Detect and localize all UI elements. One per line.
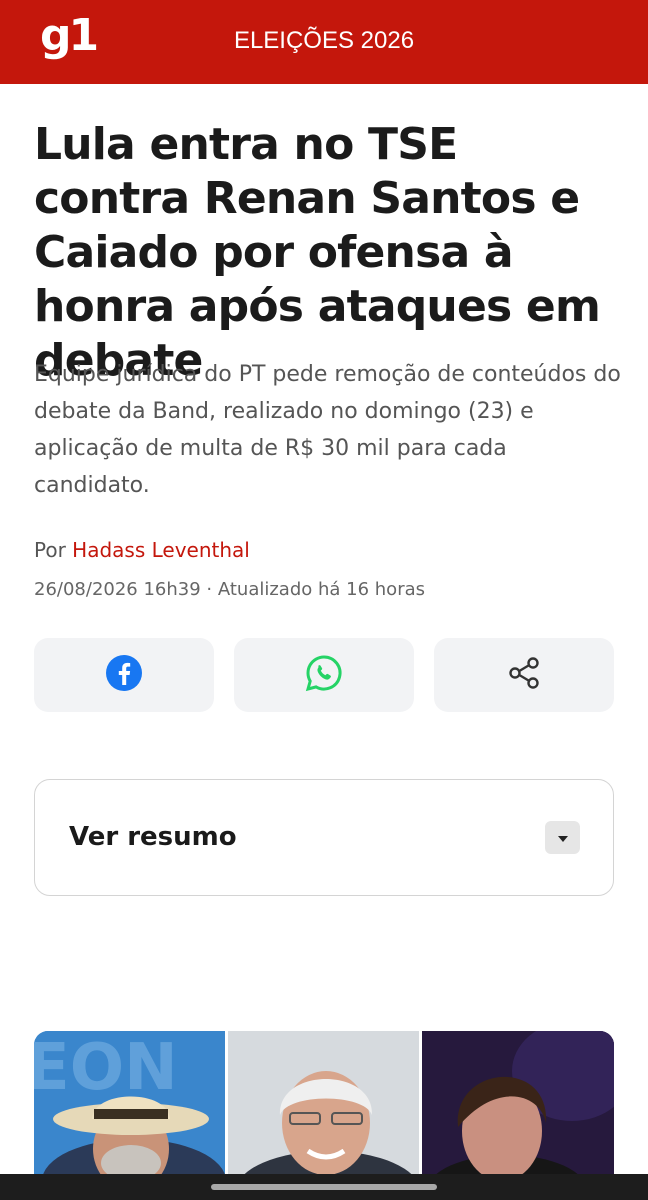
share-icon bbox=[505, 654, 543, 696]
home-indicator[interactable] bbox=[211, 1184, 437, 1190]
caiado-photo bbox=[228, 1031, 419, 1174]
author-link[interactable]: Hadass Leventhal bbox=[72, 538, 250, 562]
whatsapp-share-button[interactable] bbox=[234, 638, 414, 712]
summary-accordion[interactable]: Ver resumo bbox=[34, 779, 614, 896]
renan-santos-photo bbox=[422, 1031, 614, 1174]
lula-photo: EON bbox=[34, 1031, 225, 1174]
summary-label: Ver resumo bbox=[69, 822, 237, 852]
whatsapp-icon bbox=[304, 653, 344, 697]
caret-down-icon bbox=[557, 828, 569, 847]
top-bar: g1 ELEIÇÕES 2026 bbox=[0, 0, 648, 84]
article-subtitle: Equipe jurídica do PT pede remoção de co… bbox=[34, 362, 621, 498]
byline-prefix: Por bbox=[34, 538, 66, 562]
more-share-button[interactable] bbox=[434, 638, 614, 712]
facebook-icon bbox=[105, 654, 143, 696]
svg-text:EON: EON bbox=[34, 1031, 178, 1105]
publish-dateline: 26/08/2026 16h39 · Atualizado há 16 hora… bbox=[34, 579, 425, 600]
article-photo-strip[interactable]: EON bbox=[34, 1031, 614, 1174]
system-nav-bar bbox=[0, 1174, 648, 1200]
article-headline: Lula entra no TSE contra Renan Santos e … bbox=[34, 119, 601, 386]
summary-toggle-button[interactable] bbox=[545, 821, 580, 854]
section-title[interactable]: ELEIÇÕES 2026 bbox=[0, 27, 648, 55]
byline: Por Hadass Leventhal bbox=[34, 538, 250, 562]
facebook-share-button[interactable] bbox=[34, 638, 214, 712]
